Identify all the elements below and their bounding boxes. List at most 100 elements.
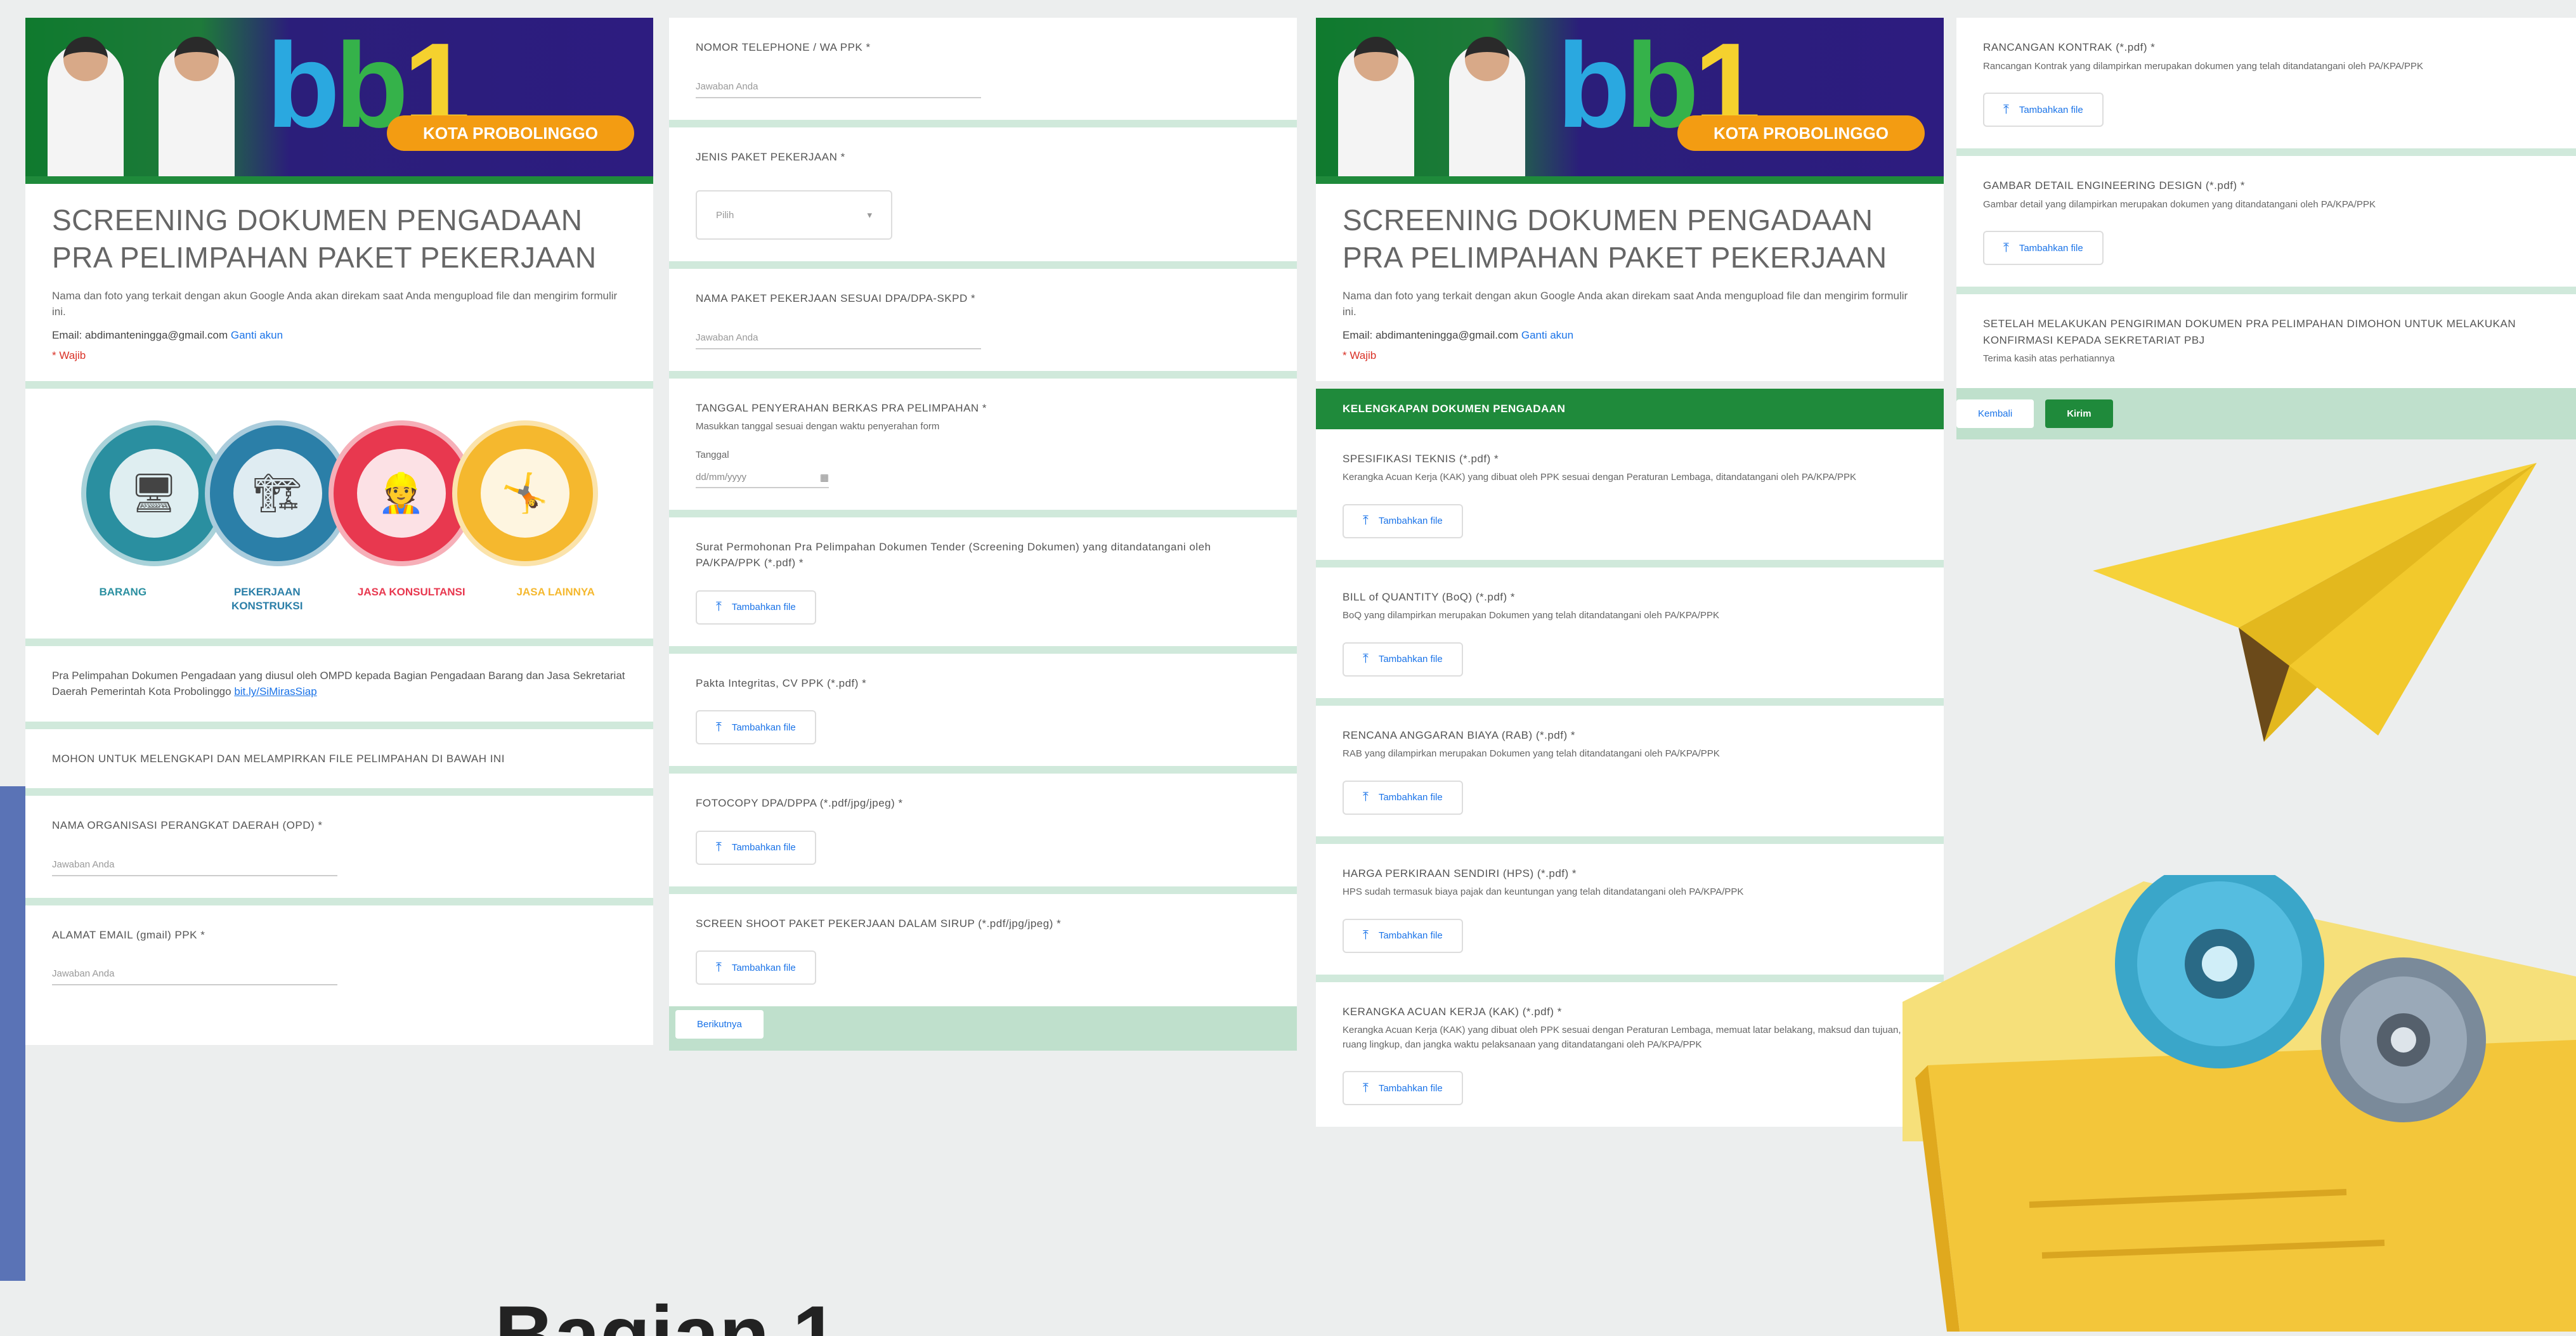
- upload-icon: ⤒: [716, 600, 722, 614]
- upload-icon: ⤒: [716, 720, 722, 734]
- question-kak: KERANGKA ACUAN KERJA (KAK) (*.pdf) * Ker…: [1316, 974, 1944, 1127]
- chevron-down-icon: ▾: [867, 210, 872, 221]
- question-label: RENCANA ANGGARAN BIAYA (RAB) (*.pdf) *: [1343, 729, 1575, 741]
- official-figure-1: [1338, 37, 1414, 176]
- question-integrity: Pakta Integritas, CV PPK (*.pdf) * ⤒ Tamb…: [669, 645, 1297, 766]
- page-nav-bar: Berikutnya: [669, 1006, 1297, 1051]
- upload-icon: ⤒: [716, 960, 722, 975]
- question-opd: NAMA ORGANISASI PERANGKAT DAERAH (OPD) *…: [25, 788, 653, 898]
- category-infographic-card: 🖥 🏗 👷 🤸 BARANG PEKERJAAN KONSTRUKSI JASA…: [25, 380, 653, 639]
- form-column-3: bb1 KOTA PROBOLINGGO SCREENING DOKUMEN P…: [1316, 18, 1944, 1127]
- upload-button[interactable]: ⤒ Tambahkan file: [696, 950, 816, 985]
- question-label: SCREEN SHOOT PAKET PEKERJAAN DALAM SIRUP…: [696, 917, 1062, 930]
- email-value: abdimanteningga@gmail.com: [84, 328, 228, 341]
- upload-label: Tambahkan file: [1378, 516, 1443, 527]
- section-header: KELENGKAPAN DOKUMEN PENGADAAN: [1316, 388, 1944, 429]
- upload-button[interactable]: ⤒ Tambahkan file: [1343, 780, 1463, 815]
- person-icon: 🤸: [480, 448, 569, 538]
- question-help: RAB yang dilampirkan merupakan Dokumen y…: [1343, 748, 1720, 760]
- submit-nav: Kembali Kirim: [1956, 387, 2576, 439]
- side-decor-tab: [0, 786, 25, 1281]
- intro-text: Pra Pelimpahan Dokumen Pengadaan yang di…: [52, 668, 627, 700]
- form-column-1: bb1 KOTA PROBOLINGGO SCREENING DOKUMEN P…: [25, 18, 653, 1045]
- question-dpa-copy: FOTOCOPY DPA/DPPA (*.pdf/jpg/jpeg) * ⤒ Ta…: [669, 766, 1297, 886]
- question-label: ALAMAT EMAIL (gmail) PPK *: [52, 928, 205, 941]
- intro-link[interactable]: bit.ly/SiMirasSiap: [234, 685, 316, 697]
- upload-button[interactable]: ⤒ Tambahkan file: [1343, 503, 1463, 538]
- upload-button[interactable]: ⤒ Tambahkan file: [1983, 93, 2104, 127]
- question-label: Pakta Integritas, CV PPK (*.pdf) *: [696, 677, 867, 689]
- category-label: BARANG: [99, 585, 147, 598]
- package-name-input[interactable]: Jawaban Anda: [696, 332, 981, 349]
- question-help: Rancangan Kontrak yang dilampirkan merup…: [1983, 60, 2424, 72]
- upload-button[interactable]: ⤒ Tambahkan file: [696, 830, 816, 865]
- upload-button[interactable]: ⤒ Tambahkan file: [1983, 231, 2104, 265]
- ppk-email-input[interactable]: Jawaban Anda: [52, 968, 337, 986]
- upload-button[interactable]: ⤒ Tambahkan file: [696, 710, 816, 744]
- upload-label: Tambahkan file: [2019, 104, 2083, 115]
- question-email: ALAMAT EMAIL (gmail) PPK * Jawaban Anda: [25, 897, 653, 1045]
- header-strip: [25, 176, 653, 184]
- back-button[interactable]: Kembali: [1956, 399, 2034, 428]
- upload-icon: ⤒: [1363, 514, 1369, 528]
- upload-button[interactable]: ⤒ Tambahkan file: [1343, 642, 1463, 677]
- upload-button[interactable]: ⤒ Tambahkan file: [1343, 918, 1463, 953]
- question-boq: BILL of QUANTITY (BoQ) (*.pdf) * BoQ yan…: [1316, 559, 1944, 698]
- submit-button[interactable]: Kirim: [2045, 399, 2113, 428]
- upload-button[interactable]: ⤒ Tambahkan file: [1343, 1071, 1463, 1106]
- upload-label: Tambahkan file: [731, 722, 796, 733]
- question-rab: RENCANA ANGGARAN BIAYA (RAB) (*.pdf) * R…: [1316, 697, 1944, 836]
- category-labels: BARANG PEKERJAAN KONSTRUKSI JASA KONSULT…: [51, 585, 628, 613]
- upload-label: Tambahkan file: [731, 602, 796, 613]
- switch-account-link[interactable]: Ganti akun: [231, 329, 283, 341]
- question-hps: HARGA PERKIRAAN SENDIRI (HPS) (*.pdf) * …: [1316, 836, 1944, 975]
- header-strip: [1316, 176, 1944, 184]
- form-description: Nama dan foto yang terkait dengan akun G…: [1343, 289, 1908, 318]
- intro-body: Pra Pelimpahan Dokumen Pengadaan yang di…: [52, 669, 625, 698]
- question-label: Surat Permohonan Pra Pelimpahan Dokumen …: [696, 540, 1211, 569]
- calendar-icon: ▦: [819, 472, 829, 483]
- form-column-4: RANCANGAN KONTRAK (*.pdf) * Rancangan Ko…: [1956, 18, 2576, 439]
- switch-account-link[interactable]: Ganti akun: [1521, 329, 1573, 341]
- intro-card: Pra Pelimpahan Dokumen Pengadaan yang di…: [25, 638, 653, 722]
- form-description: Nama dan foto yang terkait dengan akun G…: [52, 289, 618, 318]
- question-help: Gambar detail yang dilampirkan merupakan…: [1983, 198, 2376, 210]
- question-label: GAMBAR DETAIL ENGINEERING DESIGN (*.pdf)…: [1983, 179, 2246, 191]
- confirmation-note: SETELAH MELAKUKAN PENGIRIMAN DOKUMEN PRA…: [1983, 318, 2516, 346]
- question-help: Terima kasih atas perhatiannya: [1983, 353, 2115, 364]
- upload-icon: ⤒: [2003, 102, 2009, 117]
- question-date: TANGGAL PENYERAHAN BERKAS PRA PELIMPAHAN…: [669, 370, 1297, 510]
- package-type-select[interactable]: Pilih ▾: [696, 190, 892, 240]
- question-help: Kerangka Acuan Kerja (KAK) yang dibuat o…: [1343, 1025, 1901, 1050]
- upload-label: Tambahkan file: [2019, 242, 2083, 254]
- email-label: Email: [1343, 328, 1370, 341]
- question-help: Masukkan tanggal sesuai dengan waktu pen…: [696, 421, 940, 432]
- banner-ribbon: KOTA PROBOLINGGO: [1677, 115, 1925, 151]
- opd-input[interactable]: Jawaban Anda: [52, 859, 337, 876]
- date-input[interactable]: dd/mm/yyyy ▦: [696, 472, 829, 488]
- upload-label: Tambahkan file: [1378, 1082, 1443, 1094]
- upload-icon: ⤒: [1363, 928, 1369, 943]
- next-button[interactable]: Berikutnya: [675, 1010, 764, 1039]
- date-sub-label: Tanggal: [696, 449, 729, 460]
- question-label: RANCANGAN KONTRAK (*.pdf) *: [1983, 41, 2156, 53]
- question-package-name: NAMA PAKET PEKERJAAN SESUAI DPA/DPA-SKPD…: [669, 261, 1297, 371]
- header-banner: bb1 KOTA PROBOLINGGO: [1316, 18, 1944, 176]
- category-circle-lainnya: 🤸: [452, 420, 598, 566]
- category-label: PEKERJAAN KONSTRUKSI: [231, 585, 303, 612]
- official-figure-2: [159, 37, 235, 176]
- select-value: Pilih: [716, 209, 734, 221]
- email-value: abdimanteningga@gmail.com: [1375, 328, 1519, 341]
- question-help: Kerangka Acuan Kerja (KAK) yang dibuat o…: [1343, 472, 1856, 483]
- upload-button[interactable]: ⤒ Tambahkan file: [696, 590, 816, 625]
- phone-input[interactable]: Jawaban Anda: [696, 81, 981, 98]
- question-tech-spec: SPESIFIKASI TEKNIS (*.pdf) * Kerangka Ac…: [1316, 429, 1944, 560]
- official-figure-2: [1449, 37, 1525, 176]
- instruction-text: MOHON UNTUK MELENGKAPI DAN MELAMPIRKAN F…: [52, 752, 505, 765]
- form-title: SCREENING DOKUMEN PENGADAAN PRA PELIMPAH…: [52, 204, 597, 274]
- required-note: * Wajib: [1343, 349, 1377, 361]
- banner-ribbon: KOTA PROBOLINGGO: [387, 115, 634, 151]
- question-phone: NOMOR TELEPHONE / WA PPK * Jawaban Anda: [669, 18, 1297, 120]
- question-request-letter: Surat Permohonan Pra Pelimpahan Dokumen …: [669, 509, 1297, 646]
- upload-icon: ⤒: [2003, 240, 2009, 255]
